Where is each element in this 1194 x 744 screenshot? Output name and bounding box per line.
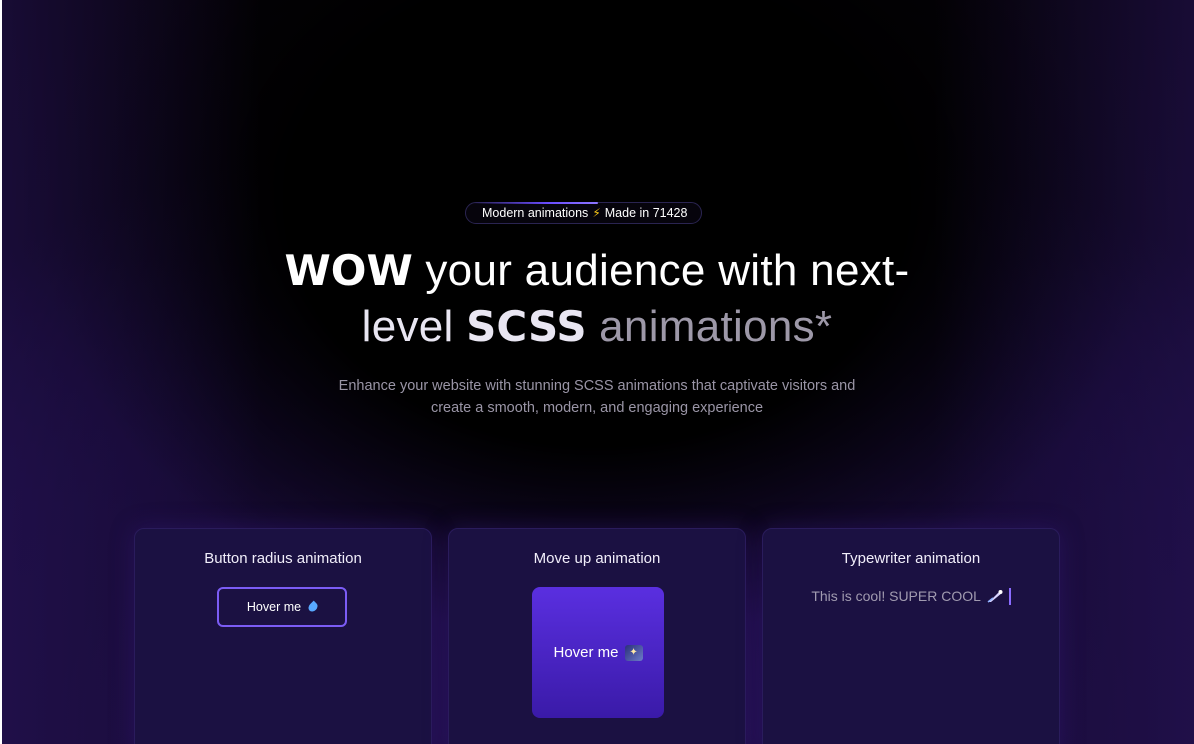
headline-strong-scss: SCSS bbox=[466, 302, 587, 351]
headline-line-2-end: animations* bbox=[586, 302, 833, 351]
headline-strong-wow: WOW bbox=[284, 246, 413, 295]
card-title: Button radius animation bbox=[204, 550, 362, 567]
badge-text-start: Modern animations bbox=[482, 206, 589, 220]
left-edge-divider bbox=[0, 0, 2, 744]
subtitle-line-1: Enhance your website with stunning SCSS … bbox=[338, 378, 856, 394]
button-label: Hover me bbox=[246, 600, 302, 614]
hover-me-radius-button[interactable]: Hover me bbox=[217, 587, 347, 627]
page-headline: WOW your audience with next- level SCSS … bbox=[200, 243, 994, 355]
droplet-icon bbox=[306, 600, 320, 614]
card-button-radius: Button radius animation Hover me bbox=[134, 528, 432, 744]
card-typewriter: Typewriter animation This is cool! SUPER… bbox=[762, 528, 1060, 744]
button-label: Hover me bbox=[553, 644, 619, 661]
card-title: Move up animation bbox=[533, 550, 661, 567]
hero-section: Modern animations ⚡ Made in 71428 WOW yo… bbox=[0, 0, 1194, 744]
page-subtitle: Enhance your website with stunning SCSS … bbox=[260, 375, 934, 419]
subtitle-line-2: create a smooth, modern, and engaging ex… bbox=[430, 400, 764, 416]
headline-line-2: level SCSS animations* bbox=[200, 299, 994, 355]
badge-accent-line bbox=[472, 202, 598, 204]
typing-caret bbox=[1009, 588, 1011, 605]
lightning-icon: ⚡ bbox=[592, 206, 601, 220]
hover-me-move-up-button[interactable]: Hover me ✦ bbox=[532, 587, 664, 718]
headline-line-1: WOW your audience with next- bbox=[200, 243, 994, 299]
typewriter-text-area: This is cool! SUPER COOL bbox=[763, 588, 1059, 605]
night-sky-icon: ✦ bbox=[624, 644, 643, 661]
card-title: Typewriter animation bbox=[841, 550, 981, 567]
comet-icon bbox=[987, 590, 1003, 603]
headline-line-1-text: your audience with next- bbox=[412, 246, 910, 295]
announcement-badge: Modern animations ⚡ Made in 71428 bbox=[465, 202, 703, 224]
card-move-up: Move up animation Hover me ✦ bbox=[448, 528, 746, 744]
headline-line-2-start: level bbox=[361, 302, 467, 351]
typewriter-text: This is cool! SUPER COOL bbox=[811, 588, 981, 604]
badge-text-end: Made in 71428 bbox=[604, 206, 688, 220]
